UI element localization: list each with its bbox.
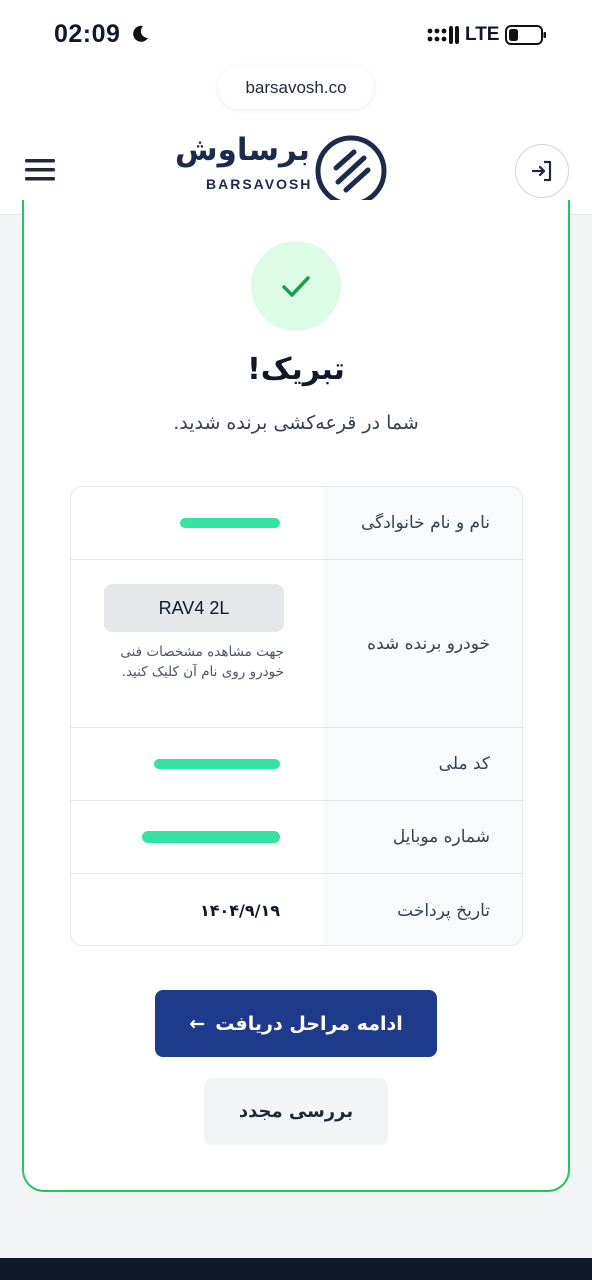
- arrow-left-icon: ←: [189, 1012, 206, 1035]
- congrats-subtitle: شما در قرعه‌کشی برنده شدید.: [173, 412, 419, 434]
- url-bar[interactable]: barsavosh.co: [218, 66, 374, 109]
- car-spec-hint: جهت مشاهده مشخصات فنی خودرو روی نام آن ک…: [120, 644, 284, 680]
- info-row-payment-date: تاریخ پرداخت ۱۴۰۴/۹/۱۹: [71, 874, 522, 945]
- info-value-cell: ۱۴۰۴/۹/۱۹: [71, 874, 324, 945]
- success-badge: [251, 241, 341, 331]
- recheck-button[interactable]: بررسی مجدد: [204, 1078, 388, 1145]
- redacted-full-name: [180, 518, 280, 528]
- info-value-cell: [71, 487, 324, 559]
- info-label-cell: کد ملی: [324, 728, 522, 800]
- info-label-cell: خودرو برنده شده: [324, 560, 522, 727]
- hamburger-menu-icon[interactable]: [25, 155, 55, 185]
- checkmark-icon: [282, 276, 310, 297]
- winner-info-table: نام و نام خانوادگی خودرو برنده شده RAV4 …: [70, 486, 523, 946]
- login-button[interactable]: [515, 144, 569, 198]
- url-text: barsavosh.co: [245, 77, 347, 97]
- info-label-national-id: کد ملی: [438, 754, 490, 774]
- network-type-label: LTE: [465, 24, 500, 45]
- logo-text-persian: برساوش: [174, 132, 310, 168]
- status-bar: 02:09 LTE: [0, 0, 592, 70]
- info-label-cell: شماره موبایل: [324, 801, 522, 873]
- redacted-national-id: [154, 759, 280, 769]
- info-value-cell: [71, 801, 324, 873]
- login-icon: [531, 160, 552, 182]
- logo-mark-icon: [315, 135, 387, 207]
- congrats-title: تبریک!: [247, 352, 345, 387]
- car-name-link[interactable]: RAV4 2L: [104, 584, 284, 632]
- info-row-car: خودرو برنده شده RAV4 2L جهت مشاهده مشخصا…: [71, 560, 522, 728]
- recheck-button-label: بررسی مجدد: [238, 1101, 354, 1122]
- battery-icon: [505, 25, 546, 45]
- info-label-cell: تاریخ پرداخت: [324, 874, 522, 945]
- info-row-mobile: شماره موبایل: [71, 801, 522, 874]
- status-time: 02:09: [54, 20, 121, 48]
- info-row-full-name: نام و نام خانوادگی: [71, 487, 522, 560]
- payment-date-value: ۱۴۰۴/۹/۱۹: [199, 901, 280, 920]
- continue-button-label: ادامه مراحل دریافت: [215, 1012, 403, 1035]
- info-row-national-id: کد ملی: [71, 728, 522, 801]
- logo-text-english: BARSAVOSH: [206, 176, 313, 192]
- page-footer: [0, 1258, 592, 1280]
- info-label-cell: نام و نام خانوادگی: [324, 487, 522, 559]
- brand-logo[interactable]: برساوش BARSAVOSH: [174, 132, 390, 210]
- continue-receipt-button[interactable]: ادامه مراحل دریافت ←: [155, 990, 437, 1057]
- moon-icon: [133, 25, 148, 42]
- info-label-full-name: نام و نام خانوادگی: [360, 513, 490, 533]
- info-label-payment-date: تاریخ پرداخت: [397, 900, 490, 921]
- info-label-mobile: شماره موبایل: [392, 827, 490, 847]
- top-header-area: 02:09 LTE barsavosh.co برساوش BARSAVOSH: [0, 0, 592, 215]
- info-label-car: خودرو برنده شده: [367, 633, 490, 654]
- info-value-cell: [71, 728, 324, 800]
- redacted-mobile: [142, 831, 280, 843]
- cellular-signal-icon: [427, 26, 459, 44]
